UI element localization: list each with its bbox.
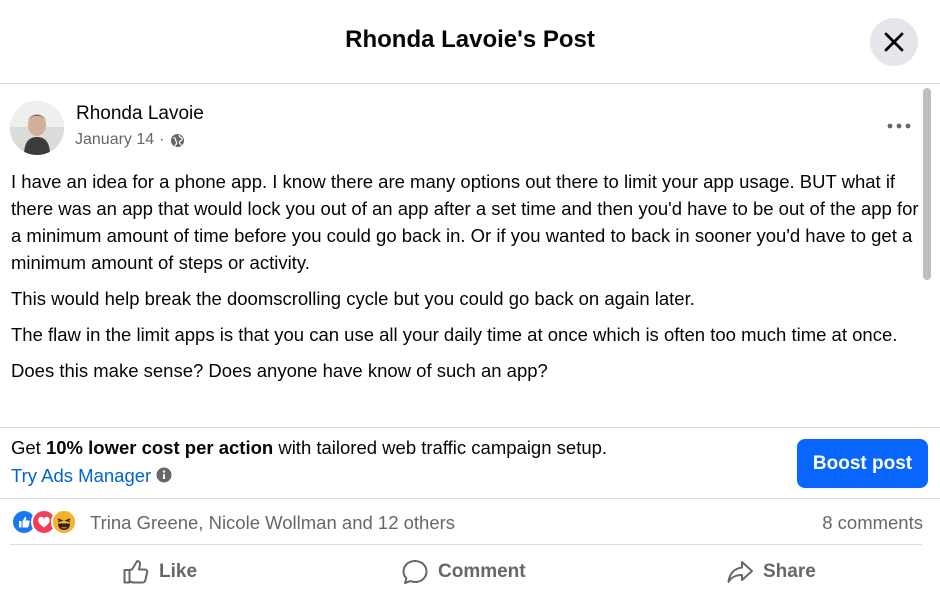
reactions-row: Trina Greene, Nicole Wollman and 12 othe… bbox=[0, 500, 940, 544]
haha-reaction-icon bbox=[51, 509, 77, 535]
boost-text-prefix: Get bbox=[11, 437, 46, 458]
comment-icon bbox=[402, 560, 428, 584]
like-label: Like bbox=[159, 561, 198, 582]
post-actions: Like Comment Share bbox=[10, 544, 922, 598]
dialog-header: Rhonda Lavoie's Post bbox=[0, 0, 940, 84]
like-button[interactable]: Like bbox=[122, 545, 197, 598]
meta-separator: · bbox=[159, 131, 165, 148]
reaction-icons[interactable] bbox=[11, 509, 77, 535]
share-button[interactable]: Share bbox=[726, 545, 816, 598]
try-ads-manager-link[interactable]: Try Ads Manager bbox=[11, 465, 151, 486]
boost-promo-bar: Get 10% lower cost per action with tailo… bbox=[0, 427, 940, 499]
close-icon bbox=[884, 32, 904, 52]
boost-post-button[interactable]: Boost post bbox=[797, 439, 928, 488]
boost-text-highlight: 10% lower cost per action bbox=[45, 437, 274, 458]
author-name[interactable]: Rhonda Lavoie bbox=[76, 103, 204, 125]
post-meta: January 14 · bbox=[75, 131, 185, 149]
comments-count[interactable]: 8 comments bbox=[822, 512, 923, 534]
info-icon[interactable] bbox=[156, 467, 172, 483]
more-horizontal-icon bbox=[887, 123, 911, 129]
comment-button[interactable]: Comment bbox=[401, 545, 526, 598]
avatar[interactable] bbox=[10, 101, 64, 155]
like-icon bbox=[123, 560, 149, 584]
boost-promo-text: Get 10% lower cost per action with tailo… bbox=[11, 434, 631, 490]
post-date[interactable]: January 14 bbox=[75, 131, 154, 149]
reactors-summary[interactable]: Trina Greene, Nicole Wollman and 12 othe… bbox=[90, 512, 455, 534]
post-paragraph: I have an idea for a phone app. I know t… bbox=[11, 171, 919, 273]
dialog-title: Rhonda Lavoie's Post bbox=[345, 26, 595, 53]
post-paragraph: Does this make sense? Does anyone have k… bbox=[11, 360, 548, 381]
post-body: I have an idea for a phone app. I know t… bbox=[11, 168, 921, 393]
boost-text-suffix: with tailored web traffic campaign setup… bbox=[273, 437, 608, 458]
avatar-image bbox=[10, 101, 64, 155]
close-button[interactable] bbox=[870, 18, 918, 66]
post-paragraph: The flaw in the limit apps is that you c… bbox=[11, 324, 898, 345]
more-options-button[interactable] bbox=[884, 116, 914, 136]
post-paragraph: This would help break the doomscrolling … bbox=[11, 288, 695, 309]
share-icon bbox=[727, 561, 753, 583]
globe-icon[interactable] bbox=[170, 133, 185, 148]
scrollbar-thumb[interactable] bbox=[923, 88, 931, 280]
comment-label: Comment bbox=[438, 561, 526, 582]
share-label: Share bbox=[763, 561, 816, 582]
